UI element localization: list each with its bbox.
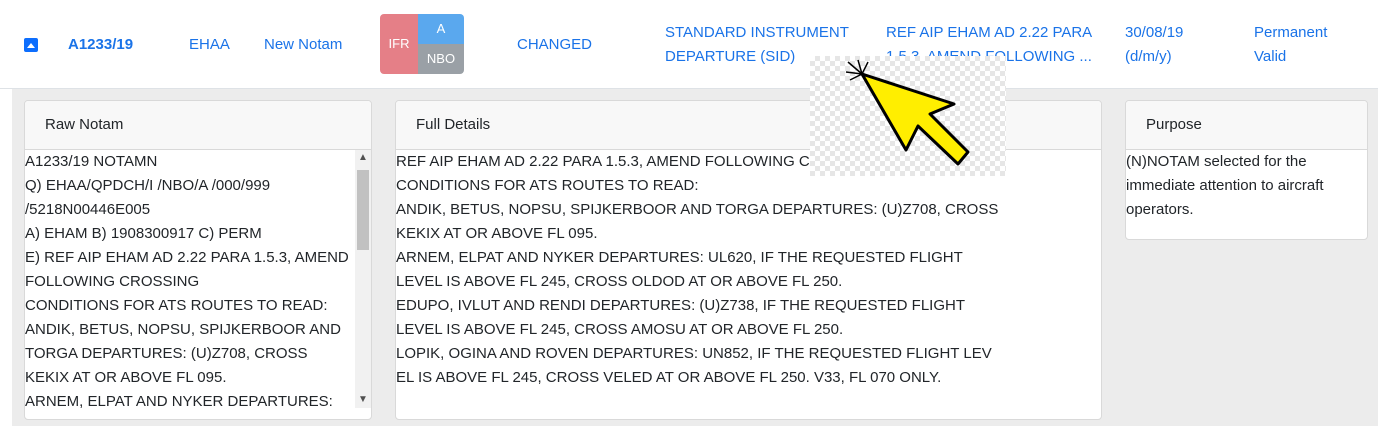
- scope-badge: A: [418, 14, 464, 44]
- raw-line: A) EHAM B) 1908300917 C) PERM: [25, 225, 262, 242]
- subject-line-1: STANDARD INSTRUMENT: [665, 24, 849, 41]
- purpose-body: (N)NOTAM selected for the immediate atte…: [1126, 150, 1367, 222]
- raw-line: CONDITIONS FOR ATS ROUTES TO READ:: [25, 297, 328, 314]
- purpose-line: operators.: [1126, 201, 1194, 218]
- status-link[interactable]: CHANGED: [517, 33, 592, 57]
- detail-line: KEKIX AT OR ABOVE FL 095.: [396, 225, 598, 242]
- notam-id-link[interactable]: A1233/19: [68, 33, 133, 57]
- date-line-1: 30/08/19: [1125, 24, 1184, 41]
- detail-line: LEVEL IS ABOVE FL 245, CROSS OLDOD AT OR…: [396, 273, 843, 290]
- purpose-header: Purpose: [1126, 101, 1367, 150]
- raw-notam-textarea[interactable]: A1233/19 NOTAMN Q) EHAA/QPDCH/I /NBO/A /…: [25, 150, 355, 419]
- date-link[interactable]: 30/08/19 (d/m/y): [1125, 21, 1183, 69]
- raw-line: TORGA DEPARTURES: (U)Z708, CROSS: [25, 345, 308, 362]
- validity-line-1: Permanent: [1254, 24, 1328, 41]
- raw-line: Q) EHAA/QPDCH/I /NBO/A /000/999: [25, 177, 271, 194]
- detail-line: CONDITIONS FOR ATS ROUTES TO READ:: [396, 177, 699, 194]
- collapse-caret-up-icon[interactable]: [24, 38, 38, 52]
- raw-notam-scrollbar[interactable]: ▲ ▼: [355, 150, 371, 408]
- raw-notam-card: Raw Notam A1233/19 NOTAMN Q) EHAA/QPDCH/…: [24, 100, 372, 420]
- scroll-up-arrow-icon[interactable]: ▲: [355, 150, 371, 166]
- purpose-line: (N)NOTAM selected for the: [1126, 153, 1307, 170]
- raw-line: E) REF AIP EHAM AD 2.22 PARA 1.5.3, AMEN…: [25, 249, 349, 266]
- raw-line: KEKIX AT OR ABOVE FL 095.: [25, 369, 227, 386]
- location-link[interactable]: EHAA: [189, 33, 230, 57]
- raw-line: A1233/19 NOTAMN: [25, 153, 158, 170]
- validity-link[interactable]: Permanent Valid: [1254, 21, 1327, 69]
- scroll-thumb[interactable]: [357, 170, 369, 250]
- notam-row[interactable]: A1233/19 EHAA New Notam IFR A NBO CHANGE…: [0, 0, 1378, 89]
- raw-line: FOLLOWING CROSSING: [25, 273, 200, 290]
- detail-line: ARNEM, ELPAT AND NYKER DEPARTURES: UL620…: [396, 249, 963, 266]
- cursor-highlight: [810, 56, 1006, 176]
- detail-line: LEVEL IS ABOVE FL 245, CROSS AMOSU AT OR…: [396, 321, 844, 338]
- pointer-arrow-icon: [845, 59, 970, 166]
- summary-line-1: REF AIP EHAM AD 2.22 PARA: [886, 24, 1093, 41]
- date-line-2: (d/m/y): [1125, 48, 1172, 65]
- validity-line-2: Valid: [1254, 48, 1287, 65]
- detail-line: EL IS ABOVE FL 245, CROSS VELED AT OR AB…: [396, 369, 942, 386]
- detail-line: EDUPO, IVLUT AND RENDI DEPARTURES: (U)Z7…: [396, 297, 965, 314]
- notam-details-panel: Raw Notam A1233/19 NOTAMN Q) EHAA/QPDCH/…: [12, 89, 1378, 426]
- detail-line: ANDIK, BETUS, NOPSU, SPIJKERBOOR AND TOR…: [396, 201, 999, 218]
- purpose-line: immediate attention to aircraft: [1126, 177, 1324, 194]
- purpose-card: Purpose (N)NOTAM selected for the immedi…: [1125, 100, 1368, 240]
- full-details-body: REF AIP EHAM AD 2.22 PARA 1.5.3, AMEND F…: [396, 150, 1101, 390]
- raw-notam-header: Raw Notam: [25, 101, 371, 150]
- purpose-code-badge: NBO: [418, 44, 464, 74]
- notam-type-link[interactable]: New Notam: [264, 33, 342, 57]
- raw-line: ANDIK, BETUS, NOPSU, SPIJKERBOOR AND: [25, 321, 341, 338]
- raw-line: ARNEM, ELPAT AND NYKER DEPARTURES:: [25, 393, 333, 410]
- scroll-down-arrow-icon[interactable]: ▼: [355, 392, 371, 408]
- flight-rule-badge: IFR: [380, 14, 418, 74]
- detail-line: LOPIK, OGINA AND ROVEN DEPARTURES: UN852…: [396, 345, 992, 362]
- raw-line: /5218N00446E005: [25, 201, 151, 218]
